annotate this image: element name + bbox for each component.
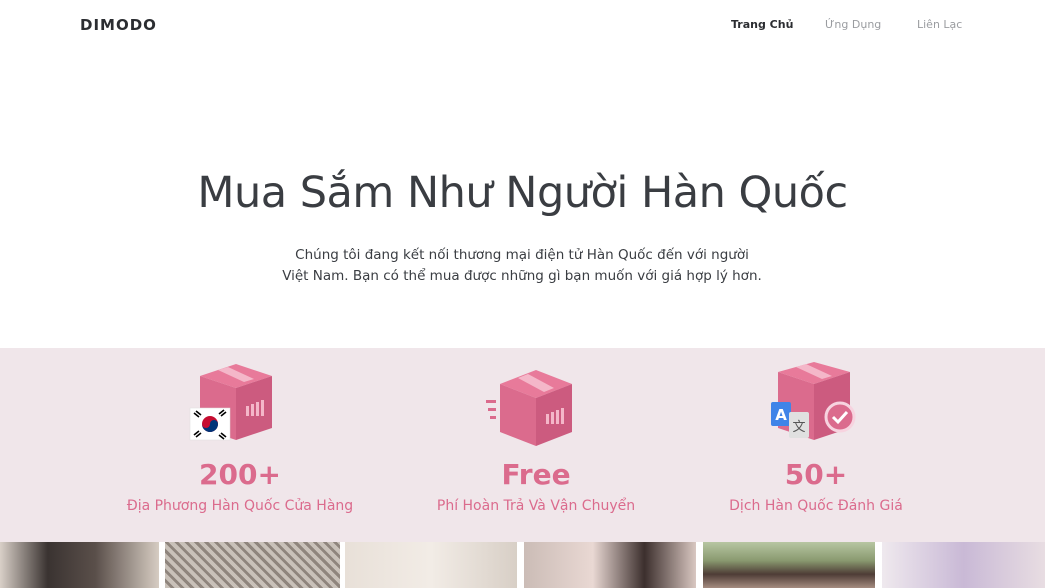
svg-text:A: A (775, 406, 787, 424)
product-photo[interactable] (524, 542, 696, 588)
product-photo[interactable] (882, 542, 1045, 588)
nav-link-home[interactable]: Trang Chủ (731, 18, 793, 31)
hero-subtitle: Chúng tôi đang kết nối thương mại điện t… (262, 245, 782, 287)
product-photo-strip (0, 542, 1045, 588)
feature-stores: 200+ Địa Phương Hàn Quốc Cửa Hàng (100, 348, 380, 542)
product-photo[interactable] (165, 542, 340, 588)
feature-caption: Phí Hoàn Trả Và Vận Chuyển (436, 498, 636, 514)
feature-caption: Địa Phương Hàn Quốc Cửa Hàng (126, 498, 354, 514)
svg-text:文: 文 (792, 420, 805, 435)
hero-subtitle-line-1: Chúng tôi đang kết nối thương mại điện t… (295, 247, 749, 263)
feature-shipping: Free Phí Hoàn Trả Và Vận Chuyển (396, 348, 676, 542)
product-photo[interactable] (703, 542, 875, 588)
hero-title: Mua Sắm Như Người Hàn Quốc (197, 168, 848, 218)
feature-stat: Free (501, 458, 571, 491)
nav-link-app[interactable]: Ứng Dụng (825, 18, 881, 31)
features-section: 200+ Địa Phương Hàn Quốc Cửa Hàng Free P… (0, 348, 1045, 542)
top-nav: DIMODO Trang Chủ Ứng Dụng Liên Lạc (0, 0, 1045, 50)
feature-caption: Dịch Hàn Quốc Đánh Giá (729, 498, 903, 514)
box-korea-flag-icon (100, 362, 380, 448)
brand-logo[interactable]: DIMODO (80, 16, 157, 34)
hero-subtitle-line-2: Việt Nam. Bạn có thể mua được những gì b… (282, 268, 762, 284)
feature-stat: 50+ (784, 458, 848, 491)
product-photo[interactable] (345, 542, 517, 588)
product-photo[interactable] (0, 542, 159, 588)
box-translate-check-icon: A 文 (676, 362, 956, 448)
nav-link-contact[interactable]: Liên Lạc (917, 18, 962, 31)
fast-delivery-box-icon (396, 362, 676, 448)
feature-stat: 200+ (199, 458, 281, 491)
feature-reviews: A 文 50+ Dịch Hàn Quốc Đánh Giá (676, 348, 956, 542)
